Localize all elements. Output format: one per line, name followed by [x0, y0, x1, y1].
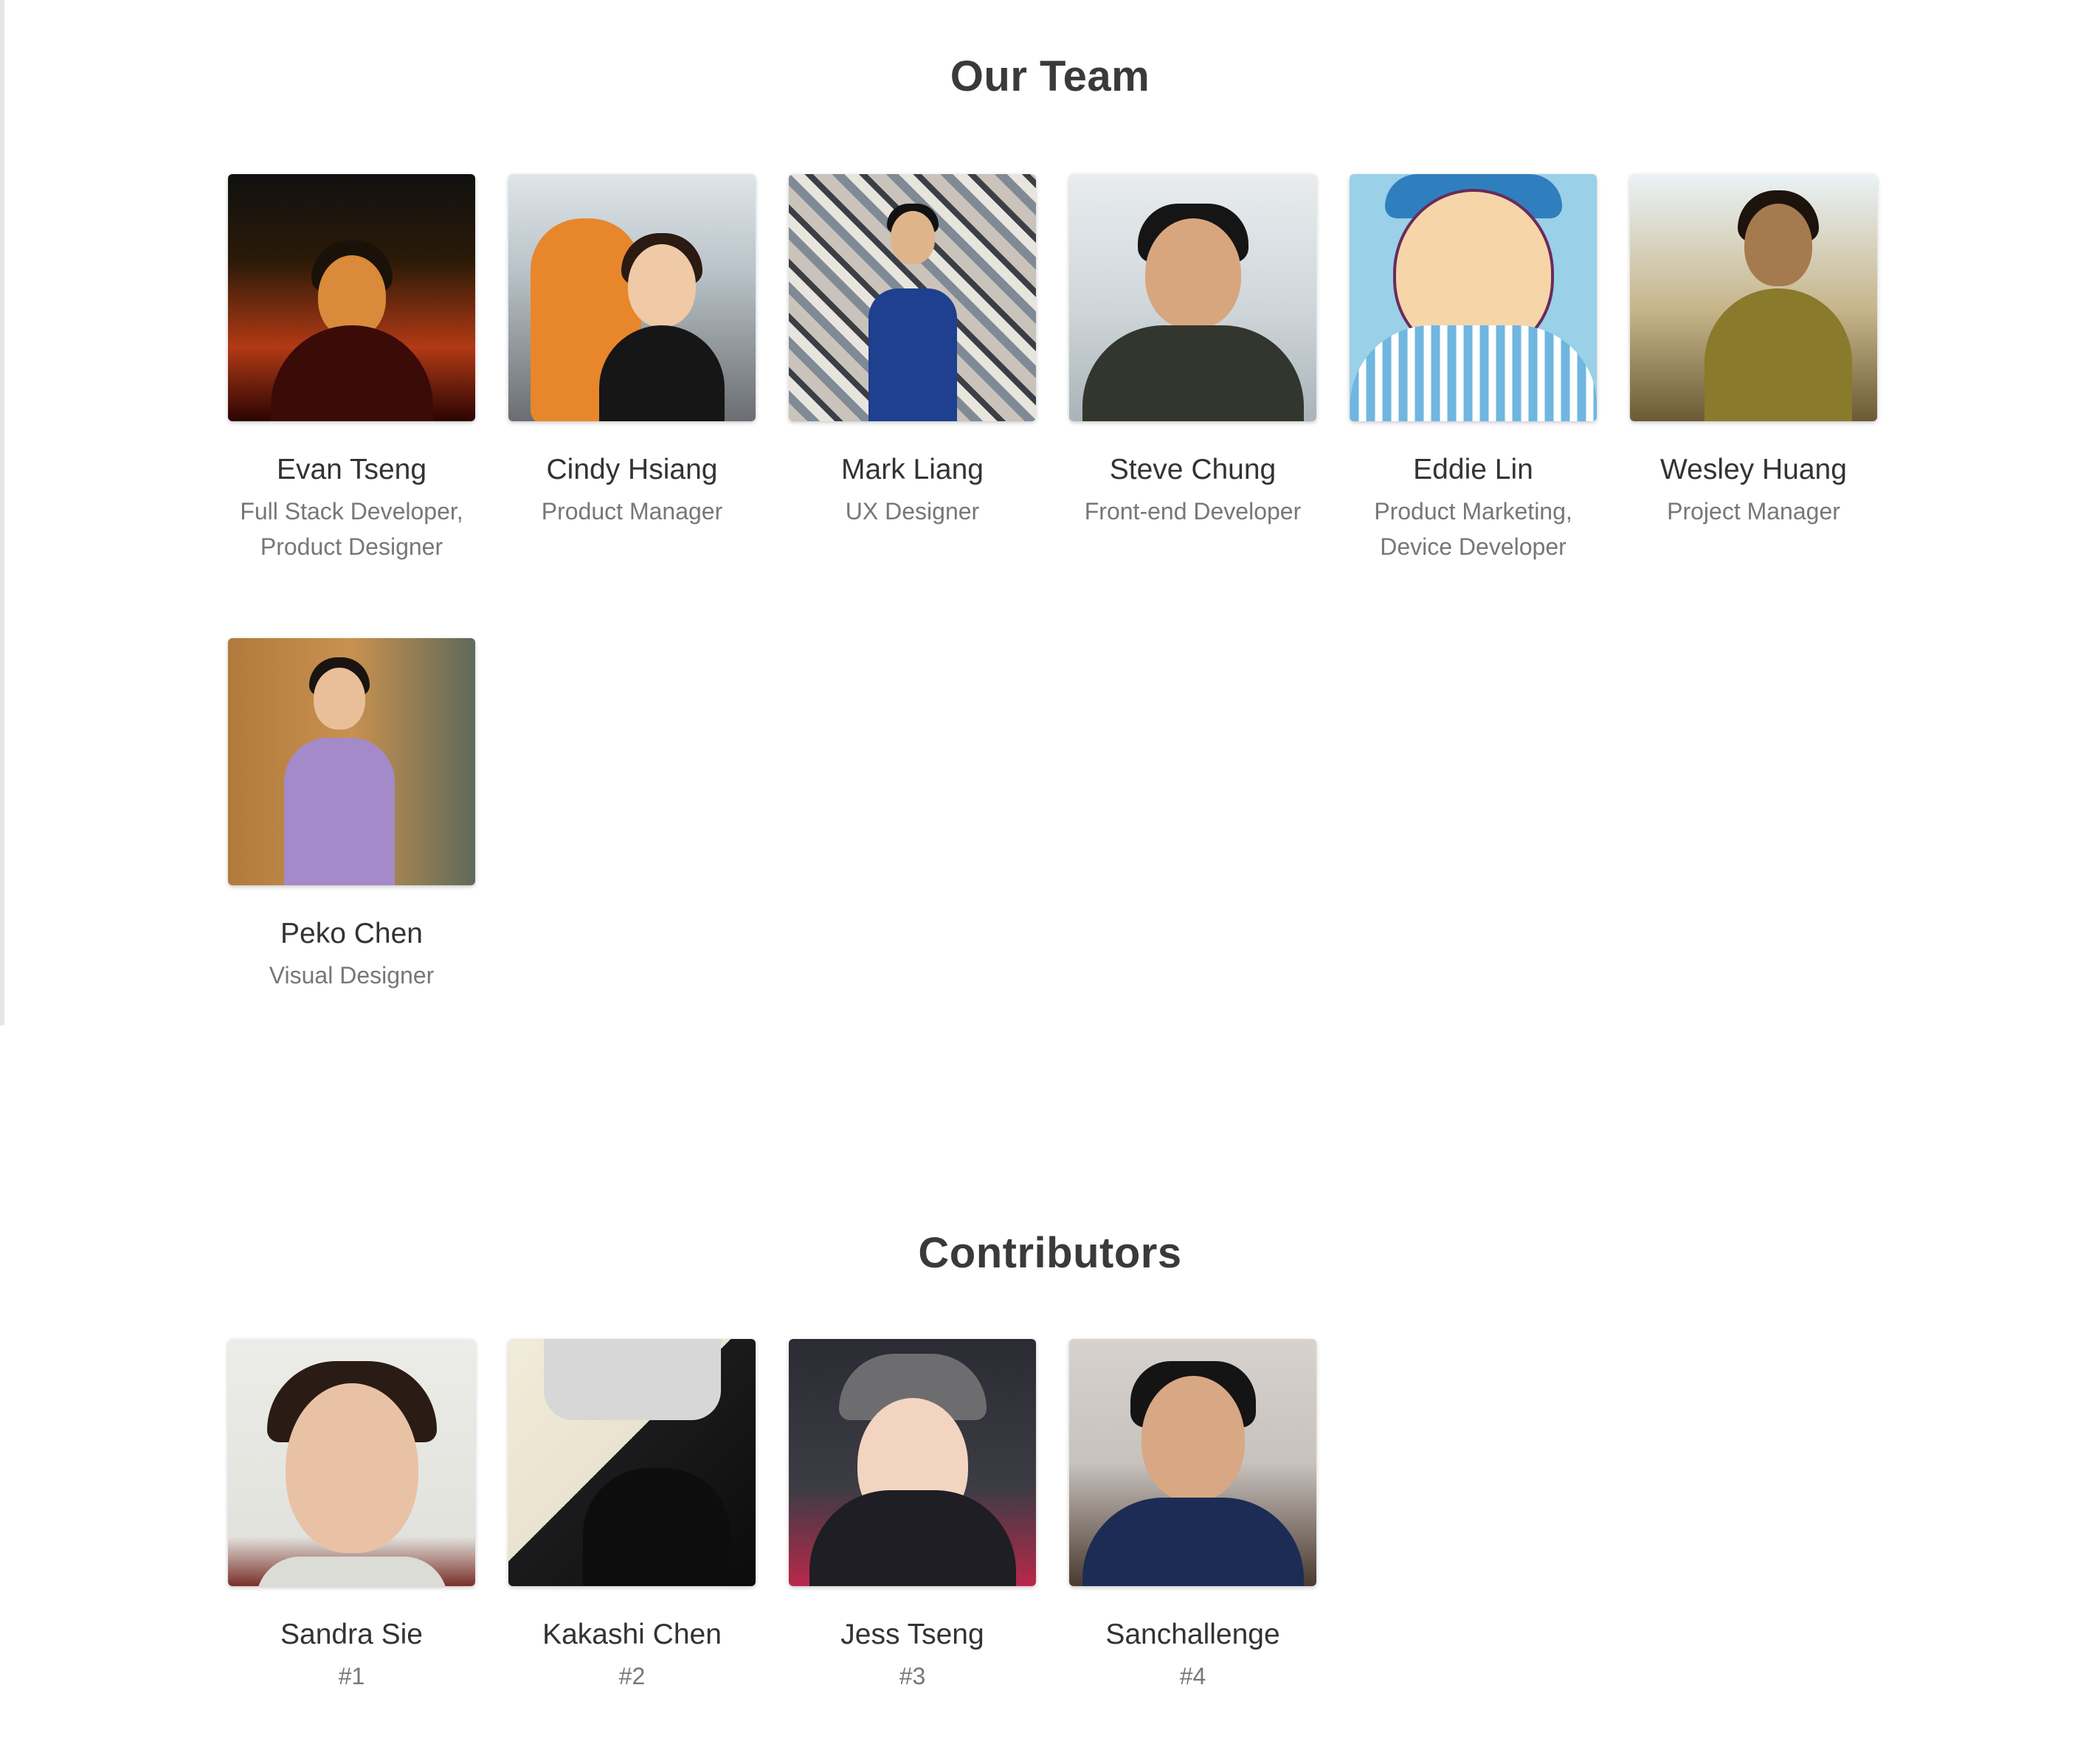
member-name: Peko Chen — [280, 918, 423, 949]
member-role: Full Stack Developer, Product Designer — [228, 494, 475, 564]
member-photo — [508, 174, 756, 421]
member-name: Steve Chung — [1109, 454, 1277, 485]
member-role-line: Visual Designer — [269, 962, 435, 989]
contributor-card: Sandra Sie #1 — [228, 1339, 475, 1694]
member-role-line: Front-end Developer — [1084, 498, 1302, 525]
contributors-grid: Sandra Sie #1 Kakashi Chen #2 Jess Tseng… — [228, 1339, 1877, 1694]
team-member-card: Wesley Huang Project Manager — [1630, 174, 1877, 564]
member-role: Product Manager — [508, 494, 756, 529]
left-edge-divider — [0, 0, 4, 1025]
team-member-card: Evan Tseng Full Stack Developer, Product… — [228, 174, 475, 564]
contributor-name: Sandra Sie — [280, 1619, 423, 1650]
contributors-section: Contributors Sandra Sie #1 Kakashi Chen … — [0, 1177, 2100, 1689]
member-role: Project Manager — [1630, 494, 1877, 529]
member-name: Eddie Lin — [1413, 454, 1533, 485]
contributor-name: Sanchallenge — [1105, 1619, 1280, 1650]
contributor-photo — [508, 1339, 756, 1586]
contributor-photo — [789, 1339, 1036, 1586]
team-section: Our Team Evan Tseng Full Stack Developer… — [0, 0, 2100, 989]
member-role-line: Product Designer — [260, 533, 443, 560]
contributors-title: Contributors — [918, 1229, 1182, 1277]
contributor-card: Jess Tseng #3 — [789, 1339, 1036, 1694]
member-photo — [1630, 174, 1877, 421]
member-role-line: Product Manager — [541, 498, 723, 525]
member-role: Visual Designer — [228, 958, 475, 993]
member-photo — [1350, 174, 1597, 421]
contributor-rank: #1 — [338, 1663, 365, 1689]
member-role-line: Device Developer — [1380, 533, 1567, 560]
team-grid: Evan Tseng Full Stack Developer, Product… — [228, 174, 1877, 993]
member-role-line: Product Marketing, — [1374, 498, 1572, 525]
team-member-card: Peko Chen Visual Designer — [228, 638, 475, 993]
contributor-card: Sanchallenge #4 — [1069, 1339, 1316, 1694]
member-role: Front-end Developer — [1069, 494, 1316, 529]
member-role-line: Full Stack Developer, — [240, 498, 463, 525]
member-photo — [228, 638, 475, 885]
member-name: Cindy Hsiang — [546, 454, 718, 485]
contributor-photo — [1069, 1339, 1316, 1586]
contributor-photo — [228, 1339, 475, 1586]
team-member-card: Mark Liang UX Designer — [789, 174, 1036, 564]
team-member-card: Cindy Hsiang Product Manager — [508, 174, 756, 564]
contributor-name: Kakashi Chen — [542, 1619, 722, 1650]
member-photo — [228, 174, 475, 421]
contributor-name: Jess Tseng — [840, 1619, 984, 1650]
member-name: Evan Tseng — [276, 454, 427, 485]
member-role: UX Designer — [789, 494, 1036, 529]
team-member-card: Eddie Lin Product Marketing, Device Deve… — [1350, 174, 1597, 564]
member-name: Wesley Huang — [1660, 454, 1847, 485]
team-member-card: Steve Chung Front-end Developer — [1069, 174, 1316, 564]
member-photo — [1069, 174, 1316, 421]
member-name: Mark Liang — [841, 454, 984, 485]
member-role-line: UX Designer — [845, 498, 980, 525]
member-role-line: Project Manager — [1667, 498, 1840, 525]
contributor-card: Kakashi Chen #2 — [508, 1339, 756, 1694]
contributor-rank: #3 — [899, 1663, 926, 1689]
contributor-rank: #4 — [1179, 1663, 1206, 1689]
team-title: Our Team — [950, 52, 1150, 100]
member-photo — [789, 174, 1036, 421]
member-role: Product Marketing, Device Developer — [1350, 494, 1597, 564]
contributor-rank: #2 — [618, 1663, 646, 1689]
